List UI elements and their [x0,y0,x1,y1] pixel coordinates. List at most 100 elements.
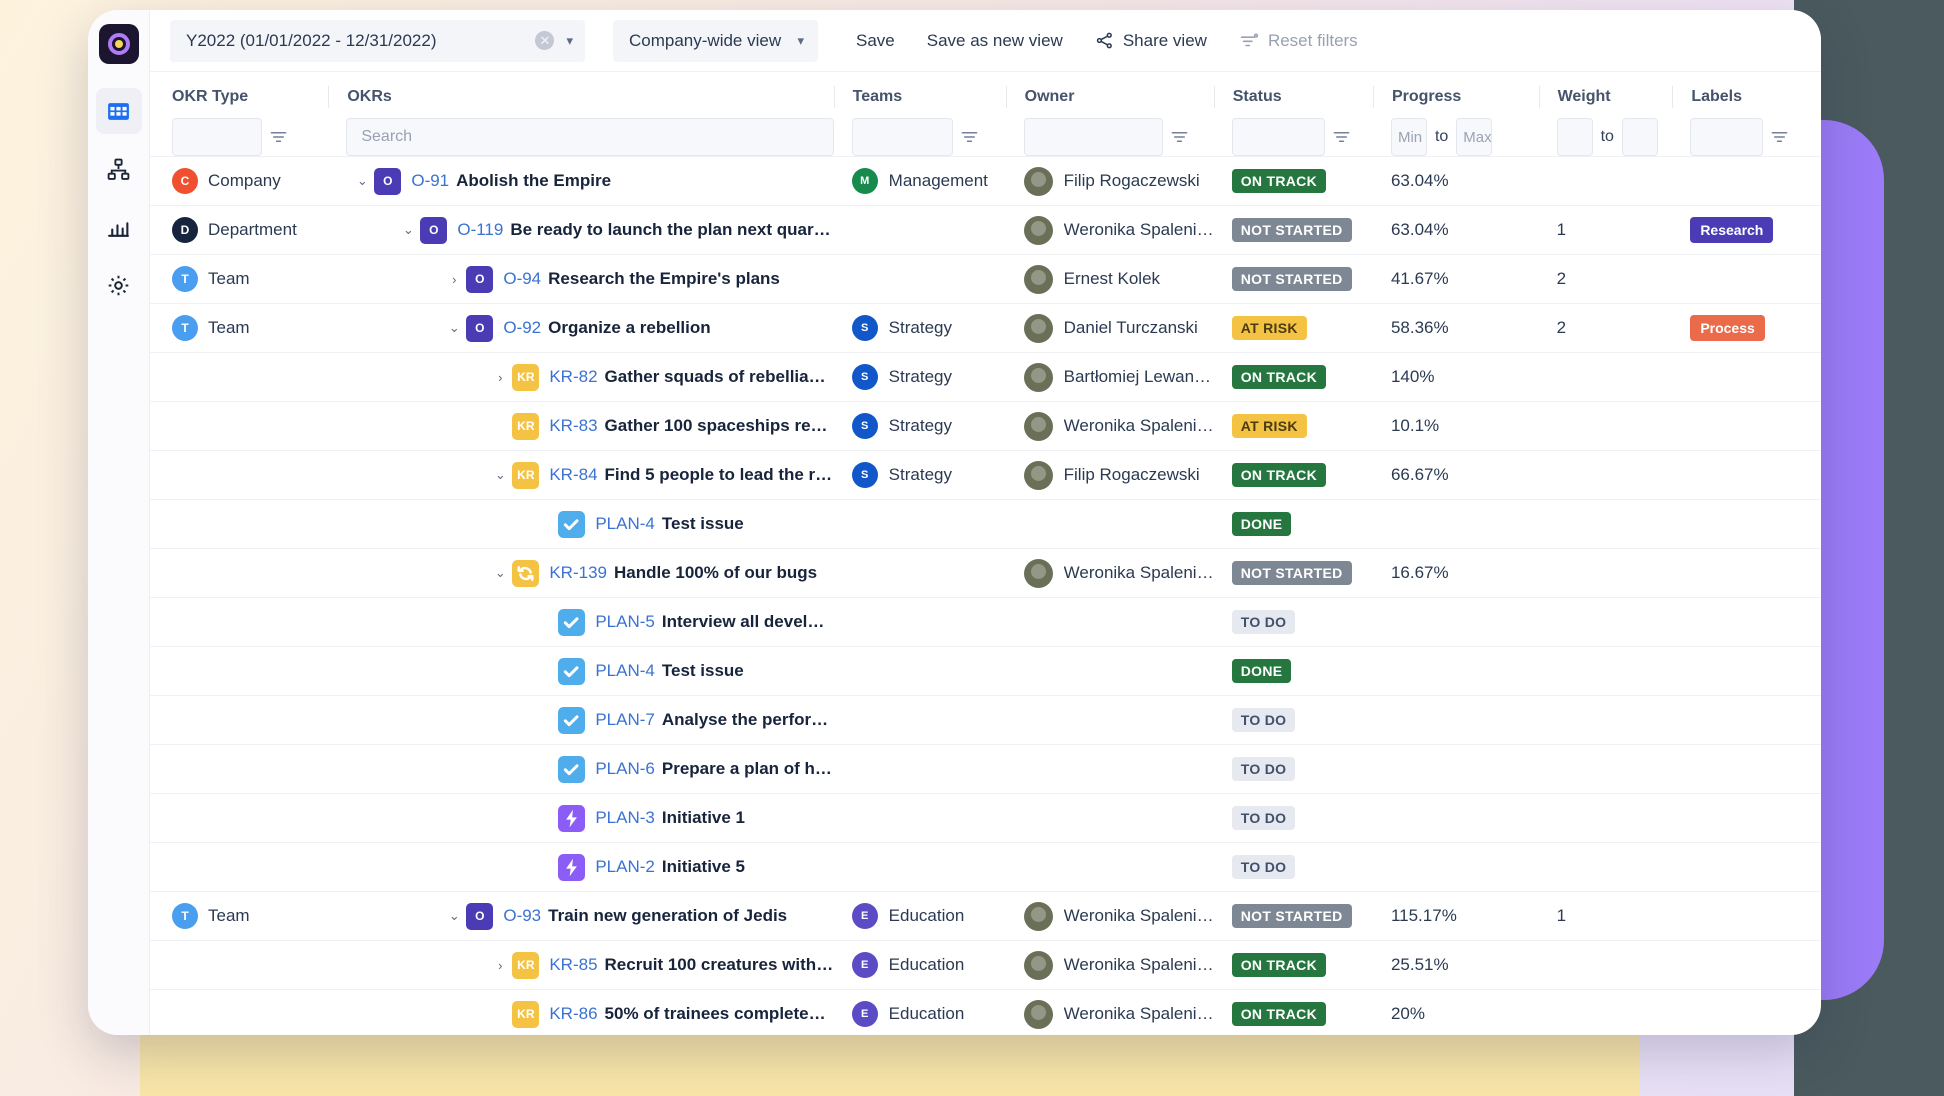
column-header-labels[interactable]: Labels [1672,72,1821,118]
table-row[interactable]: PLAN-3Initiative 1TO DO [150,794,1821,843]
save-button[interactable]: Save [846,23,905,59]
okr-key[interactable]: O-119 [457,220,503,240]
label-badge[interactable]: Research [1690,217,1773,243]
okr-key[interactable]: PLAN-5 [595,612,655,632]
okr-title[interactable]: Recruit 100 creatures with a strong F... [605,955,834,975]
search-input[interactable]: Search [346,118,833,156]
okr-key[interactable]: KR-84 [549,465,597,485]
table-row[interactable]: TTeam›OO-94Research the Empire's plansEr… [150,255,1821,304]
chevron-down-icon[interactable]: ⌄ [396,222,420,238]
column-header-okrs[interactable]: OKRs [328,72,833,118]
table-row[interactable]: TTeam⌄OO-92Organize a rebellionSStrategy… [150,304,1821,353]
table-row[interactable]: KRKR-83Gather 100 spaceships ready to he… [150,402,1821,451]
cell-okr[interactable]: PLAN-5Interview all developers to gath..… [328,598,833,647]
table-row[interactable]: PLAN-5Interview all developers to gath..… [150,598,1821,647]
okr-title[interactable]: Gather 100 spaceships ready to help [605,416,834,436]
progress-max-input[interactable]: Max [1456,118,1492,156]
owner-filter-input[interactable] [1024,118,1163,156]
okr-key[interactable]: O-91 [411,171,449,191]
sidebar-item-tree[interactable] [96,146,142,192]
okr-key[interactable]: KR-85 [549,955,597,975]
table-row[interactable]: DDepartment⌄OO-119Be ready to launch the… [150,206,1821,255]
cell-okr[interactable]: ›KRKR-85Recruit 100 creatures with a str… [328,941,833,990]
teams-filter-input[interactable] [852,118,953,156]
share-view-button[interactable]: Share view [1085,23,1217,59]
okr-title[interactable]: Test issue [662,514,744,534]
okr-key[interactable]: O-93 [503,906,541,926]
cell-okr[interactable]: PLAN-3 Initiative 1 [328,794,833,843]
label-badge[interactable]: Process [1690,315,1764,341]
sidebar-item-settings[interactable] [96,262,142,308]
table-row[interactable]: ›KRKR-85Recruit 100 creatures with a str… [150,941,1821,990]
status-filter-input[interactable] [1232,118,1325,156]
clear-circle-icon[interactable]: ✕ [535,31,554,50]
okr-title[interactable]: Initiative 1 [662,808,745,828]
chevron-right-icon[interactable]: › [488,958,512,973]
cell-okr[interactable]: PLAN-4 Test issue [328,647,833,696]
period-select[interactable]: Y2022 (01/01/2022 - 12/31/2022) ✕ ▾ [170,20,585,62]
table-row[interactable]: PLAN-4Test issueDONE [150,647,1821,696]
chevron-down-icon[interactable]: ⌄ [442,908,466,924]
cell-okr[interactable]: ⌄OO-119Be ready to launch the plan next … [328,206,833,255]
chevron-down-icon[interactable]: ⌄ [442,320,466,336]
table-row[interactable]: KRKR-8650% of trainees completed the tra… [150,990,1821,1036]
chevron-down-icon[interactable]: ▾ [566,33,573,49]
okr-key[interactable]: KR-86 [549,1004,597,1024]
filter-icon[interactable] [961,130,978,144]
okr-key[interactable]: PLAN-4 [595,514,655,534]
cell-okr[interactable]: ›KRKR-82Gather squads of rebelliants on … [328,353,833,402]
okr-title[interactable]: Analyse the performance after t... [662,710,834,730]
okr-key[interactable]: PLAN-3 [595,808,655,828]
table-row[interactable]: CCompany⌄OO-91Abolish the EmpireMManagem… [150,157,1821,206]
column-header-owner[interactable]: Owner [1006,72,1214,118]
chevron-down-icon[interactable]: ⌄ [350,173,374,189]
save-as-new-view-button[interactable]: Save as new view [917,23,1073,59]
table-row[interactable]: ⌄KRKR-84Find 5 people to lead the rebell… [150,451,1821,500]
sidebar-item-reports[interactable] [96,204,142,250]
column-header-okr-type[interactable]: OKR Type [150,72,328,118]
table-row[interactable]: ›KRKR-82Gather squads of rebelliants on … [150,353,1821,402]
okr-key[interactable]: O-94 [503,269,541,289]
okr-title[interactable]: Initiative 5 [662,857,745,877]
cell-okr[interactable]: ›OO-94Research the Empire's plans [328,255,833,304]
cell-okr[interactable]: PLAN-7 Analyse the performance after t... [328,696,833,745]
okr-key[interactable]: PLAN-2 [595,857,655,877]
okr-title[interactable]: Handle 100% of our bugs [614,563,817,583]
okr-key[interactable]: PLAN-4 [595,661,655,681]
cell-okr[interactable]: ⌄OO-91Abolish the Empire [328,157,833,206]
table-row[interactable]: PLAN-7 Analyse the performance after t...… [150,696,1821,745]
chevron-down-icon[interactable]: ⌄ [488,565,512,581]
cell-okr[interactable]: PLAN-2 Initiative 5 [328,843,833,892]
okr-type-filter-input[interactable] [172,118,262,156]
view-select[interactable]: Company-wide view ▾ [613,20,818,62]
okr-key[interactable]: PLAN-7 [595,710,655,730]
cell-okr[interactable]: PLAN-6Prepare a plan of how to increa... [328,745,833,794]
cell-okr[interactable]: ⌄ KR-139 Handle 100% of our bugs [328,549,833,598]
okr-title[interactable]: Be ready to launch the plan next quarter [510,220,833,240]
okr-title[interactable]: Abolish the Empire [456,171,611,191]
okr-title[interactable]: Prepare a plan of how to increa... [662,759,834,779]
weight-max-input[interactable] [1622,118,1658,156]
cell-okr[interactable]: PLAN-4 Test issue [328,500,833,549]
column-header-teams[interactable]: Teams [834,72,1006,118]
chevron-down-icon[interactable]: ⌄ [488,467,512,483]
cell-okr[interactable]: KRKR-8650% of trainees completed the tra… [328,990,833,1036]
filter-icon[interactable] [270,130,287,144]
reset-filters-button[interactable]: Reset filters [1229,23,1368,59]
cell-okr[interactable]: ⌄OO-92Organize a rebellion [328,304,833,353]
okr-title[interactable]: Research the Empire's plans [548,269,780,289]
table-row[interactable]: PLAN-4Test issueDONE [150,500,1821,549]
progress-min-input[interactable]: Min [1391,118,1427,156]
okr-key[interactable]: KR-83 [549,416,597,436]
sidebar-item-board[interactable] [96,88,142,134]
filter-icon[interactable] [1771,130,1788,144]
okr-title[interactable]: 50% of trainees completed the traini... [605,1004,834,1024]
column-header-status[interactable]: Status [1214,72,1373,118]
okr-title[interactable]: Gather squads of rebelliants on at le... [605,367,834,387]
okr-title[interactable]: Test issue [662,661,744,681]
chevron-down-icon[interactable]: ▾ [797,33,804,49]
chevron-right-icon[interactable]: › [442,272,466,287]
labels-filter-input[interactable] [1690,118,1763,156]
cell-okr[interactable]: KRKR-83Gather 100 spaceships ready to he… [328,402,833,451]
okr-key[interactable]: KR-139 [549,563,607,583]
